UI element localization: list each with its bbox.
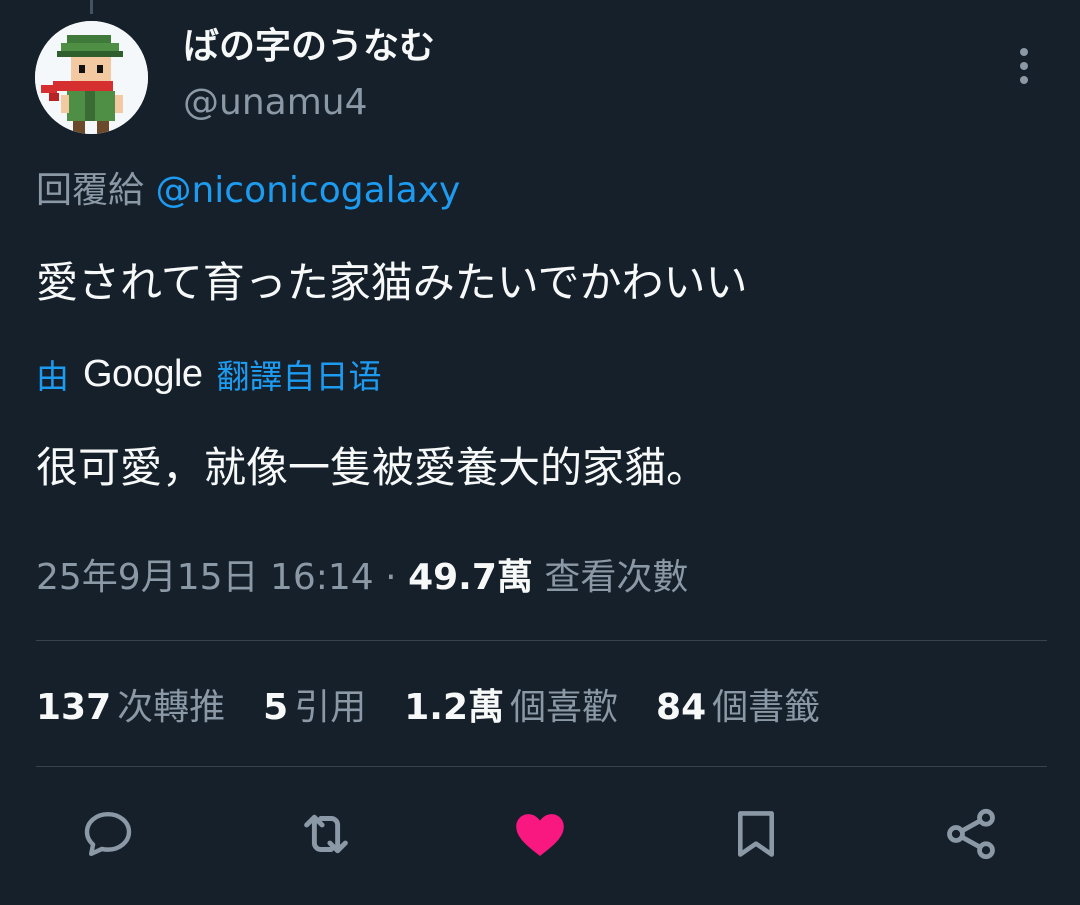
avatar[interactable]: [35, 21, 148, 134]
author-handle[interactable]: @unamu4: [183, 78, 367, 128]
divider: [36, 766, 1047, 767]
meta-separator: ·: [373, 557, 409, 598]
bookmarks-stat[interactable]: 84 個書籤: [656, 680, 820, 736]
retweet-button[interactable]: [294, 802, 358, 866]
quotes-count: 5: [263, 687, 289, 728]
tweet-timestamp[interactable]: 25年9月15日 16:14: [36, 557, 374, 598]
bookmark-icon: [737, 811, 775, 857]
views-count: 49.7萬: [408, 557, 533, 598]
more-options-button[interactable]: [1005, 42, 1043, 90]
retweets-label: 次轉推: [117, 687, 226, 728]
translation-attribution: 由 Google 翻譯自日语: [36, 348, 382, 400]
likes-count: 1.2萬: [404, 687, 505, 728]
like-button[interactable]: [508, 802, 572, 866]
bookmark-button[interactable]: [724, 802, 788, 866]
author-display-name[interactable]: ばの字のうなむ: [183, 22, 435, 72]
views-label: 查看次數: [532, 557, 689, 598]
google-logo-text: Google: [83, 352, 203, 395]
retweets-count: 137: [36, 687, 112, 728]
likes-stat[interactable]: 1.2萬 個喜歡: [404, 680, 618, 736]
share-button[interactable]: [939, 802, 1003, 866]
tweet-text: 愛されて育った家猫みたいでかわいい: [36, 258, 748, 307]
reply-bubble-icon: [84, 811, 132, 857]
translated-by-label: 由: [36, 357, 69, 396]
more-vertical-icon: [1020, 48, 1028, 84]
likes-label: 個喜歡: [510, 687, 619, 728]
reply-mention-link[interactable]: @niconicogalaxy: [155, 170, 460, 211]
thread-connector-line: [90, 0, 93, 14]
tweet-meta: 25年9月15日 16:14 · 49.7萬 查看次數: [36, 550, 688, 606]
replying-to-label: 回覆給: [36, 170, 156, 211]
reply-button[interactable]: [76, 802, 140, 866]
quotes-label: 引用: [294, 687, 367, 728]
replying-to: 回覆給 @niconicogalaxy: [36, 166, 460, 216]
bookmarks-count: 84: [656, 687, 707, 728]
engagement-stats: 137 次轉推 5 引用 1.2萬 個喜歡 84 個書籤: [36, 680, 858, 736]
translated-from-link[interactable]: 翻譯自日语: [217, 350, 382, 398]
quotes-stat[interactable]: 5 引用: [263, 680, 366, 736]
retweet-arrows-icon: [304, 814, 348, 854]
translated-text: 很可愛，就像一隻被愛養大的家貓。: [36, 443, 709, 492]
heart-icon: [516, 814, 564, 856]
divider: [36, 640, 1047, 641]
pixel-character-avatar-icon: [35, 21, 148, 134]
share-icon: [947, 808, 995, 860]
bookmarks-label: 個書籤: [712, 687, 821, 728]
retweets-stat[interactable]: 137 次轉推: [36, 680, 225, 736]
